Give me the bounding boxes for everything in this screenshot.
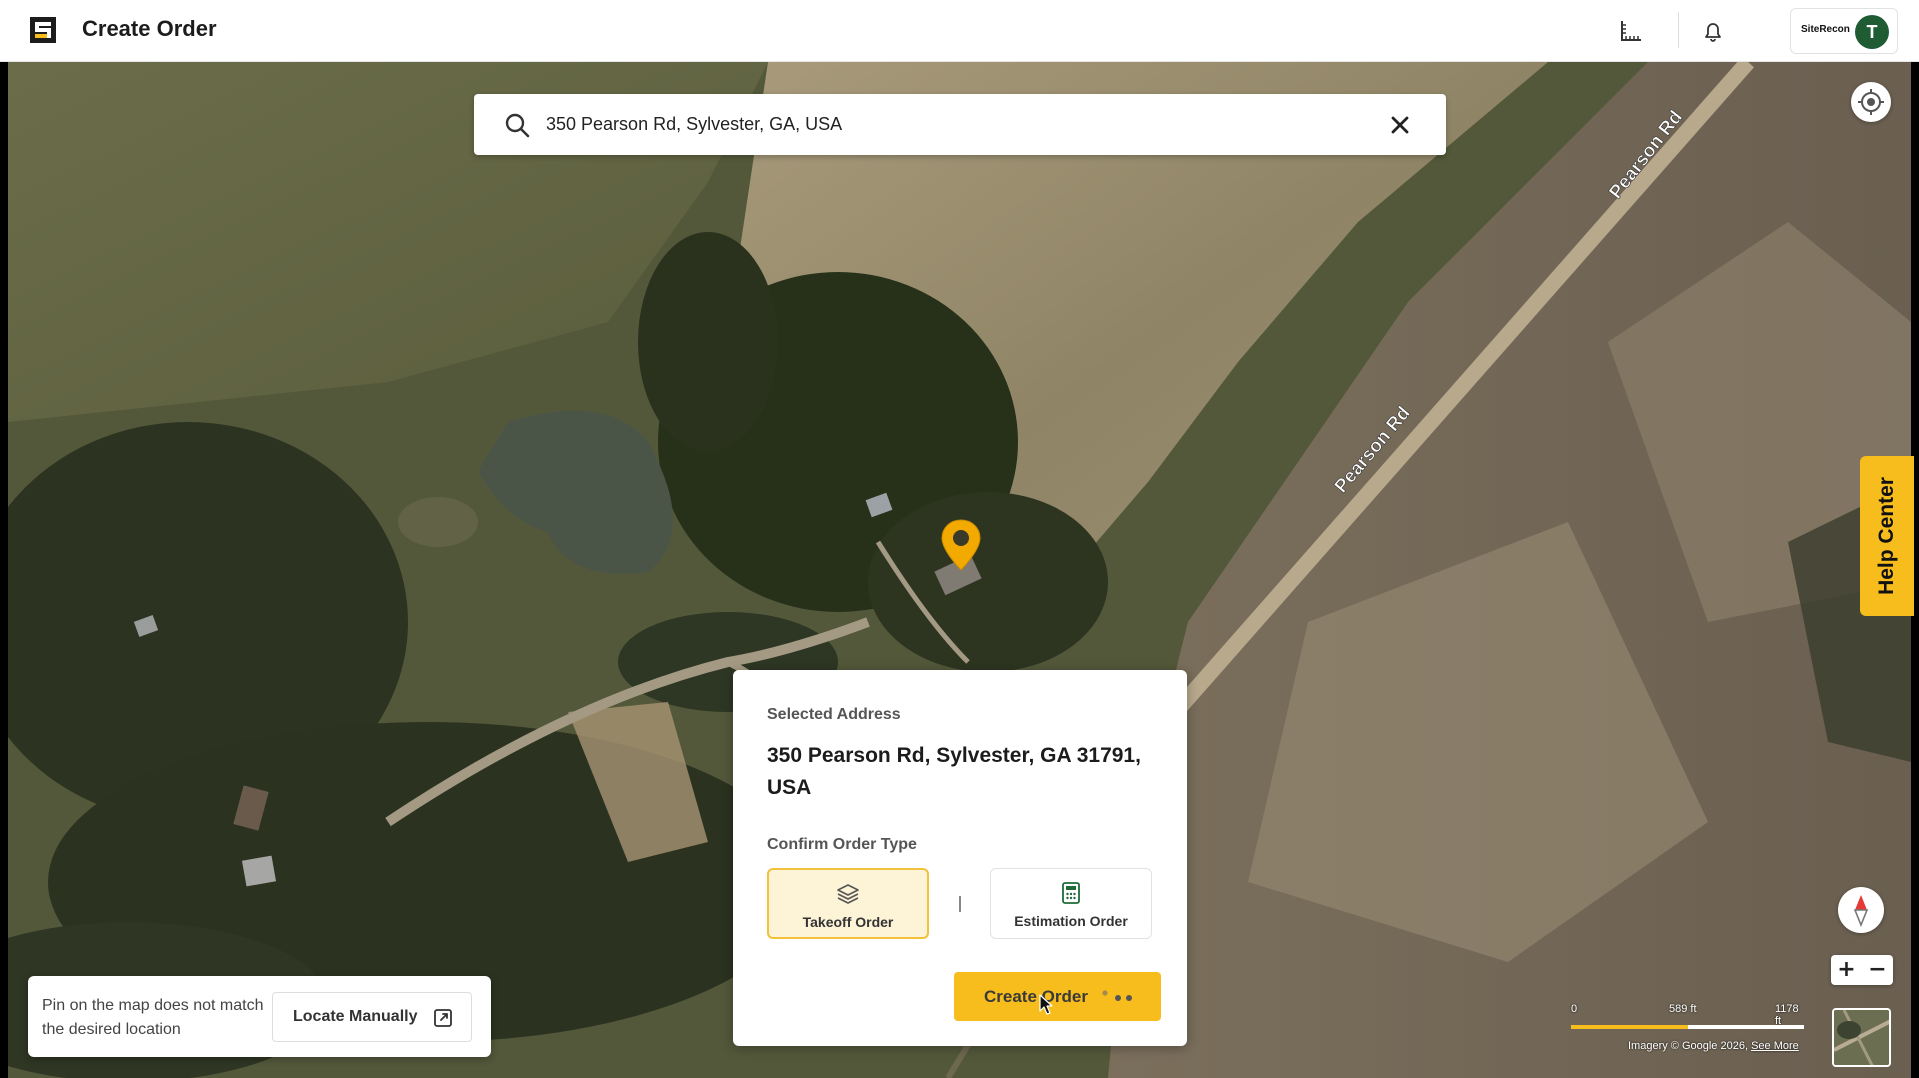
- estimation-order-option[interactable]: Estimation Order: [990, 868, 1152, 939]
- help-center-tab[interactable]: Help Center: [1860, 456, 1914, 616]
- map-thumbnail-icon: [1834, 1010, 1889, 1065]
- scale-bar: [1571, 1025, 1804, 1029]
- zoom-out-button[interactable]: −: [1862, 955, 1893, 985]
- scale-label: 589 ft: [1669, 1003, 1697, 1015]
- account-menu[interactable]: SiteRecon T: [1790, 8, 1898, 54]
- compass-button[interactable]: [1838, 887, 1884, 933]
- selected-address-label: Selected Address: [767, 706, 901, 723]
- page-title: Create Order: [82, 16, 217, 41]
- attribution-text: Imagery © Google 2026,: [1628, 1040, 1752, 1052]
- app-logo-icon[interactable]: [30, 17, 56, 43]
- compass-icon: [1853, 895, 1869, 928]
- map-scale: 0 589 ft 1178 ft: [1571, 1003, 1807, 1033]
- locate-manually-button[interactable]: Locate Manually: [272, 992, 472, 1042]
- zoom-controls: + −: [1831, 955, 1893, 985]
- avatar[interactable]: T: [1855, 15, 1889, 49]
- bell-icon[interactable]: [1700, 18, 1726, 44]
- zoom-in-button[interactable]: +: [1831, 955, 1862, 985]
- selected-address-card: Selected Address 350 Pearson Rd, Sylvest…: [733, 670, 1187, 1046]
- create-order-button[interactable]: Create Order: [954, 972, 1161, 1021]
- search-input[interactable]: [546, 106, 1346, 142]
- ruler-icon[interactable]: [1618, 18, 1644, 44]
- see-more-link[interactable]: See More: [1751, 1040, 1799, 1052]
- location-pin-icon[interactable]: [940, 518, 982, 574]
- brand-name: SiteRecon: [1801, 24, 1850, 35]
- pin-mismatch-text: Pin on the map does not match the desire…: [42, 997, 264, 1038]
- scale-label: 1178 ft: [1775, 1003, 1799, 1027]
- estimation-order-label: Estimation Order: [1014, 913, 1128, 929]
- map-layer-toggle[interactable]: [1832, 1008, 1891, 1067]
- pin-mismatch-notice: Pin on the map does not match the desire…: [28, 976, 491, 1057]
- external-link-icon: [434, 1009, 452, 1027]
- top-bar: Create Order SiteRecon T: [0, 0, 1919, 62]
- takeoff-order-option[interactable]: Takeoff Order: [767, 868, 929, 939]
- order-type-label: Confirm Order Type: [767, 836, 917, 853]
- layers-icon: [837, 884, 859, 904]
- selected-address-text: 350 Pearson Rd, Sylvester, GA 31791, USA: [767, 744, 1141, 799]
- scale-label: 0: [1571, 1003, 1578, 1015]
- locate-manually-label: Locate Manually: [293, 1008, 418, 1025]
- my-location-button[interactable]: [1851, 82, 1891, 122]
- map-attribution: Imagery © Google 2026, See More: [1628, 1040, 1799, 1052]
- crosshair-icon: [1858, 89, 1884, 115]
- address-search-bar: [474, 94, 1446, 155]
- search-icon: [505, 113, 530, 138]
- calculator-icon: [1062, 882, 1080, 904]
- toolbar-divider: [1678, 12, 1679, 48]
- takeoff-order-label: Takeoff Order: [802, 914, 894, 930]
- option-divider: [959, 896, 961, 912]
- close-icon[interactable]: [1388, 113, 1412, 137]
- loading-spinner-icon: [1102, 990, 1132, 1001]
- help-center-label: Help Center: [1875, 477, 1898, 595]
- mouse-cursor-icon: [1039, 994, 1053, 1015]
- create-order-label: Create Order: [984, 987, 1088, 1006]
